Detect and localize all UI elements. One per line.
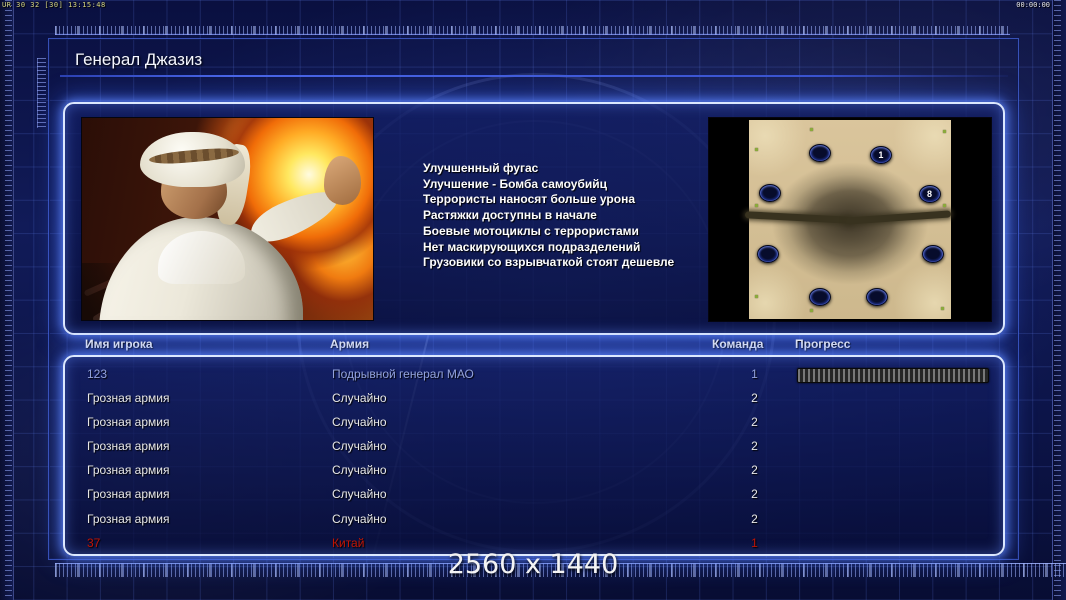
general-portrait xyxy=(81,117,374,321)
debug-counter-text: UR 30 32 [30] 13:15:48 xyxy=(2,1,106,9)
bonus-line: Боевые мотоциклы с террористами xyxy=(423,223,639,238)
start-position-marker xyxy=(759,183,782,202)
ruler-ticks xyxy=(5,0,12,600)
bonus-line: Улучшенный фугас xyxy=(423,161,539,175)
player-name: 37 xyxy=(87,535,101,550)
player-progress-cell xyxy=(797,440,987,453)
page-title: Генерал Джазиз xyxy=(75,50,203,69)
player-team: 2 xyxy=(751,439,758,454)
player-army: Случайно xyxy=(332,415,387,430)
portrait-hand xyxy=(323,156,362,205)
bonus-line: Грузовики со взрывчаткой стоят дешевле xyxy=(423,255,675,270)
player-team: 2 xyxy=(751,415,758,430)
map-dot xyxy=(755,295,759,299)
player-name: Грозная армия xyxy=(87,391,170,406)
player-team: 1 xyxy=(751,535,758,550)
ruler-ticks xyxy=(1054,0,1061,600)
map-dot xyxy=(942,203,946,207)
player-army: Случайно xyxy=(332,391,387,406)
player-name: 123 xyxy=(87,367,108,381)
mini-ruler xyxy=(37,58,46,128)
map-dot xyxy=(809,127,813,131)
table-row: Грозная армия Случайно 2 xyxy=(67,484,1001,508)
column-header-army: Армия xyxy=(330,337,370,351)
general-info-panel: Улучшенный фугас Улучшение - Бомба самоуб… xyxy=(63,102,1005,335)
player-name: Грозная армия xyxy=(87,439,170,454)
player-progress-cell xyxy=(797,464,987,477)
start-position-marker: 8 xyxy=(918,184,941,203)
player-army: Китай xyxy=(332,535,365,550)
map-dot xyxy=(942,129,946,133)
map-dot xyxy=(940,307,944,311)
resolution-text: 2560 x 1440 xyxy=(447,549,619,580)
player-army: Случайно xyxy=(332,511,387,526)
start-position-marker: 1 xyxy=(869,145,892,164)
player-team: 2 xyxy=(751,487,758,502)
table-row: Грозная армия Случайно 2 xyxy=(67,412,1001,436)
map-dot xyxy=(755,203,759,207)
player-army: Случайно xyxy=(332,463,387,478)
column-header-team: Команда xyxy=(712,337,764,351)
player-progress-cell xyxy=(797,392,987,405)
bonus-line: Террористы наносят больше урона xyxy=(423,192,636,207)
top-tick-band xyxy=(55,26,1010,35)
player-progress-cell xyxy=(797,368,989,383)
start-position-marker xyxy=(865,288,888,307)
table-row: Грозная армия Случайно 2 xyxy=(67,509,1001,533)
map-river xyxy=(744,210,851,224)
table-row: Грозная армия Случайно 2 xyxy=(67,388,1001,412)
map-preview: 18 xyxy=(744,120,952,319)
table-row: Грозная армия Случайно 2 xyxy=(67,460,1001,484)
bonus-list: Улучшенный фугас Улучшение - Бомба самоуб… xyxy=(423,161,674,271)
bonus-line: Нет маскирующихся подразделений xyxy=(423,239,641,254)
player-progress-cell xyxy=(797,416,987,429)
start-position-marker xyxy=(808,288,831,307)
player-team: 2 xyxy=(751,511,758,526)
map-preview-box: 18 xyxy=(708,117,992,322)
table-row: Грозная армия Случайно 2 xyxy=(67,436,1001,460)
table-row: 123 Подрывной генерал МАО 1 xyxy=(67,364,1001,388)
title-divider xyxy=(60,75,1008,77)
left-ruler-strip xyxy=(0,0,14,600)
progress-bar xyxy=(797,368,989,383)
player-list-panel: 123 Подрывной генерал МАО 1 Грозная армия Сл… xyxy=(63,355,1005,556)
loading-screen: UR 30 32 [30] 13:15:48 00:00:00 Генерал … xyxy=(0,0,1066,600)
game-clock: 00:00:00 xyxy=(1016,1,1050,9)
player-army: Подрывной генерал МАО xyxy=(332,367,474,381)
map-dot xyxy=(755,147,759,151)
column-header-progress: Прогресс xyxy=(795,337,851,351)
player-progress-cell xyxy=(797,537,987,550)
player-progress-cell xyxy=(797,488,987,501)
player-progress-cell xyxy=(797,513,987,526)
start-position-marker xyxy=(757,245,780,264)
player-army: Случайно xyxy=(332,487,387,502)
player-army: Случайно xyxy=(332,439,387,454)
bonus-line: Растяжки доступны в начале xyxy=(423,208,597,223)
player-team: 2 xyxy=(751,463,758,478)
start-position-marker xyxy=(921,245,944,264)
map-dot xyxy=(809,309,813,313)
bonus-line: Улучшение - Бомба самоубийц xyxy=(423,176,607,191)
player-name: Грозная армия xyxy=(87,511,170,526)
player-team: 1 xyxy=(751,367,758,381)
column-header-player-name: Имя игрока xyxy=(85,337,153,351)
right-ruler-strip xyxy=(1052,0,1066,600)
player-name: Грозная армия xyxy=(87,487,170,502)
player-name: Грозная армия xyxy=(87,415,170,430)
player-name: Грозная армия xyxy=(87,463,170,478)
player-rows: 123 Подрывной генерал МАО 1 Грозная армия Сл… xyxy=(67,359,1001,557)
player-team: 2 xyxy=(751,391,758,406)
map-river xyxy=(845,209,952,225)
start-position-marker xyxy=(808,143,831,162)
